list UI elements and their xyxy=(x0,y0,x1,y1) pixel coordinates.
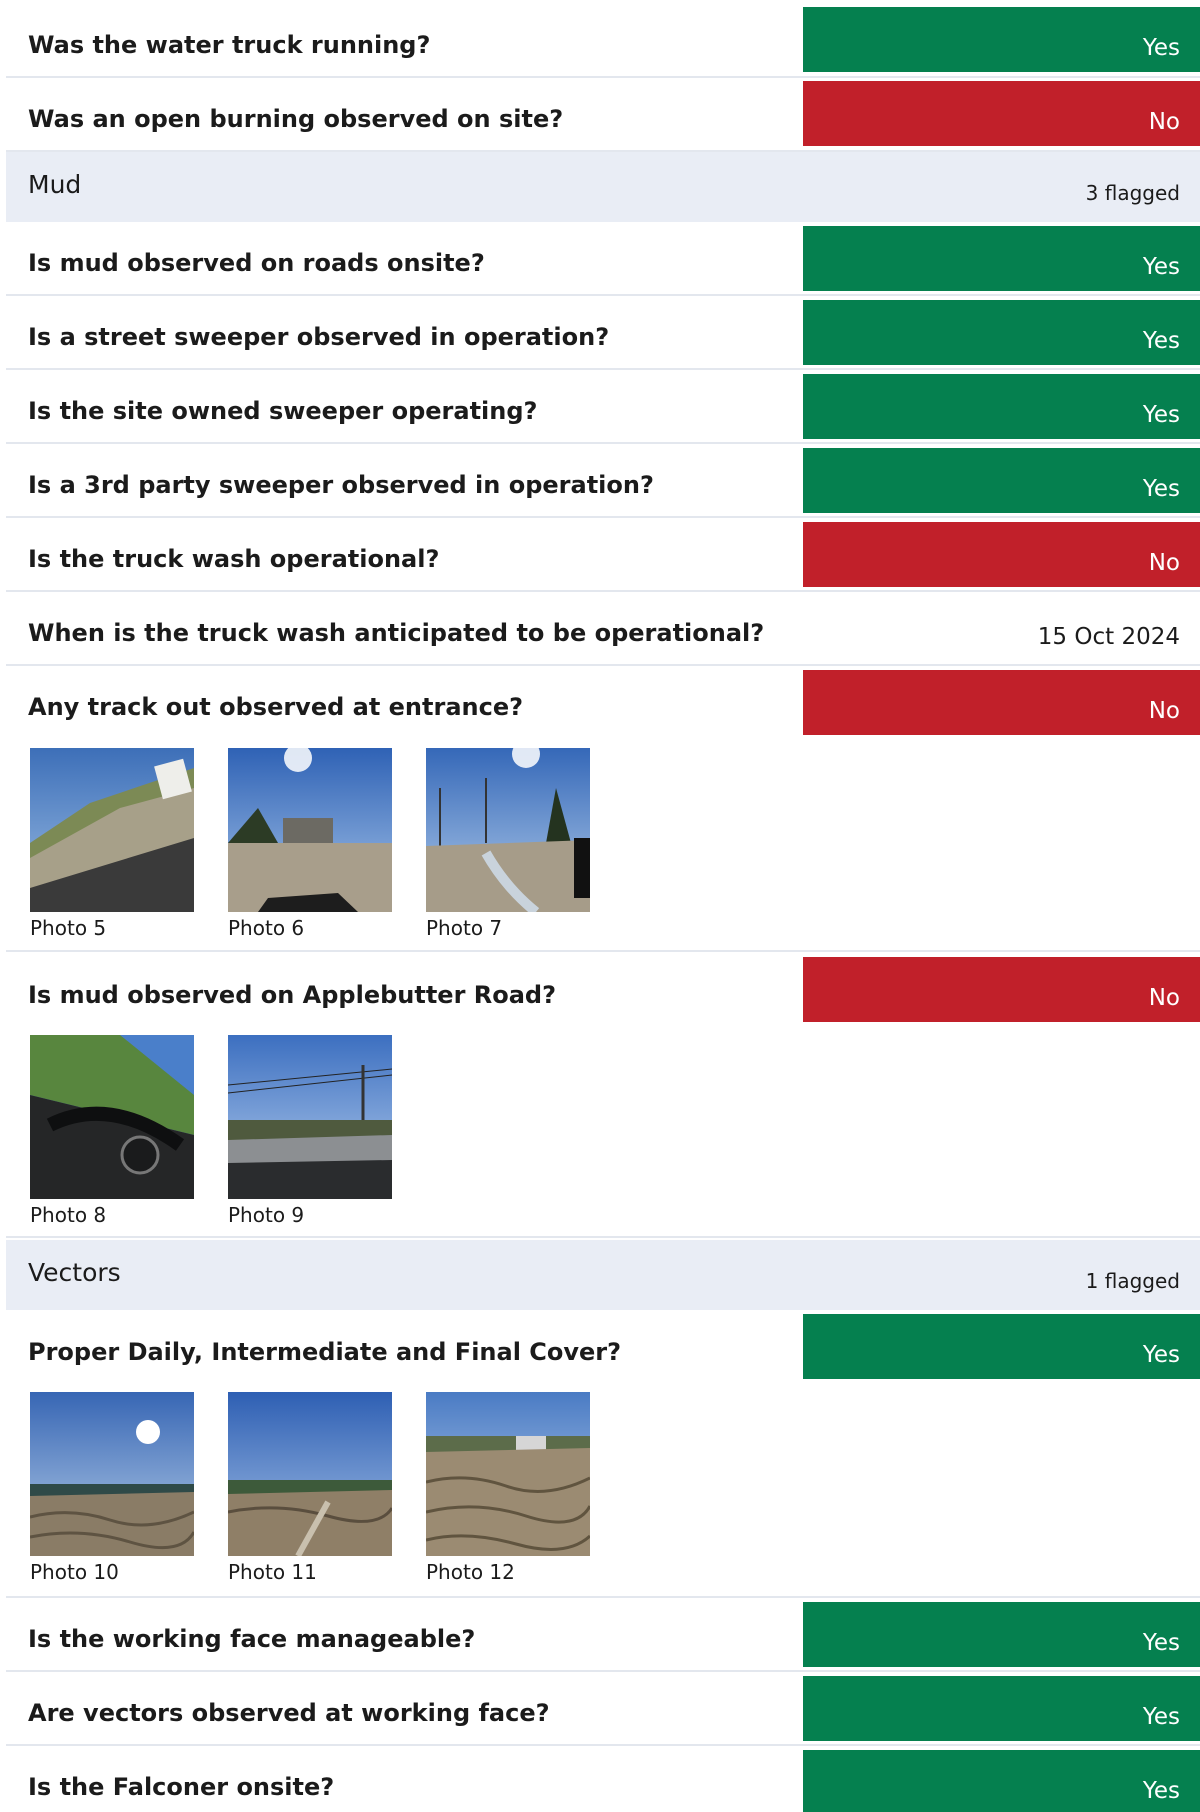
answer-badge-yes: Yes xyxy=(803,7,1200,72)
question-row: Any track out observed at entrance? No P… xyxy=(6,666,1200,952)
question-text: When is the truck wash anticipated to be… xyxy=(28,619,765,647)
photo-caption: Photo 12 xyxy=(426,1560,515,1584)
photo-caption: Photo 7 xyxy=(426,916,503,940)
question-row: When is the truck wash anticipated to be… xyxy=(6,592,1200,666)
question-row: Was an open burning observed on site? No xyxy=(6,78,1200,152)
photo-thumbnail[interactable]: Photo 9 xyxy=(228,1035,392,1227)
answer-badge-yes: Yes xyxy=(803,1676,1200,1741)
photo-thumbnail[interactable]: Photo 5 xyxy=(30,748,194,940)
question-row: Is the site owned sweeper operating? Yes xyxy=(6,370,1200,444)
question-text: Proper Daily, Intermediate and Final Cov… xyxy=(28,1338,622,1366)
answer-badge-yes: Yes xyxy=(803,1602,1200,1667)
answer-badge-yes: Yes xyxy=(803,226,1200,291)
question-row: Was the water truck running? Yes xyxy=(6,0,1200,78)
question-text: Is mud observed on roads onsite? xyxy=(28,249,485,277)
question-text: Is a street sweeper observed in operatio… xyxy=(28,323,610,351)
answer-badge-yes: Yes xyxy=(803,374,1200,439)
question-text: Any track out observed at entrance? xyxy=(28,693,524,721)
question-row: Is mud observed on roads onsite? Yes xyxy=(6,222,1200,296)
question-text: Is a 3rd party sweeper observed in opera… xyxy=(28,471,654,499)
question-text: Are vectors observed at working face? xyxy=(28,1699,550,1727)
question-row: Is the working face manageable? Yes xyxy=(6,1598,1200,1672)
answer-date: 15 Oct 2024 xyxy=(1037,624,1180,650)
answer-badge-yes: Yes xyxy=(803,448,1200,513)
photo-thumbnail[interactable]: Photo 11 xyxy=(228,1392,392,1584)
photo-caption: Photo 10 xyxy=(30,1560,119,1584)
photo-thumbnail[interactable]: Photo 8 xyxy=(30,1035,194,1227)
flagged-count: 1 flagged xyxy=(1085,1269,1180,1293)
question-row: Is a 3rd party sweeper observed in opera… xyxy=(6,444,1200,518)
answer-badge-yes: Yes xyxy=(803,1314,1200,1379)
photo-thumbnail[interactable]: Photo 7 xyxy=(426,748,590,940)
answer-badge-yes: Yes xyxy=(803,1750,1200,1812)
answer-badge-no: No xyxy=(803,670,1200,735)
question-row: Is the truck wash operational? No xyxy=(6,518,1200,592)
section-title: Vectors xyxy=(28,1258,121,1287)
photo-thumbnail[interactable]: Photo 6 xyxy=(228,748,392,940)
question-row: Proper Daily, Intermediate and Final Cov… xyxy=(6,1310,1200,1598)
section-title: Mud xyxy=(28,170,82,199)
question-text: Is the site owned sweeper operating? xyxy=(28,397,538,425)
photo-thumbnail[interactable]: Photo 12 xyxy=(426,1392,590,1584)
question-text: Was the water truck running? xyxy=(28,31,431,59)
question-row: Is a street sweeper observed in operatio… xyxy=(6,296,1200,370)
answer-badge-no: No xyxy=(803,522,1200,587)
answer-badge-no: No xyxy=(803,957,1200,1022)
question-row: Is the Falconer onsite? Yes xyxy=(6,1746,1200,1812)
section-header-mud: Mud 3 flagged xyxy=(6,152,1200,222)
answer-badge-yes: Yes xyxy=(803,300,1200,365)
question-text: Is the truck wash operational? xyxy=(28,545,440,573)
question-text: Is the working face manageable? xyxy=(28,1625,476,1653)
photo-caption: Photo 8 xyxy=(30,1203,107,1227)
photo-caption: Photo 11 xyxy=(228,1560,317,1584)
photo-caption: Photo 5 xyxy=(30,916,107,940)
section-header-vectors: Vectors 1 flagged xyxy=(6,1240,1200,1310)
question-text: Is mud observed on Applebutter Road? xyxy=(28,981,557,1009)
question-row: Are vectors observed at working face? Ye… xyxy=(6,1672,1200,1746)
answer-badge-no: No xyxy=(803,81,1200,146)
question-text: Is the Falconer onsite? xyxy=(28,1773,335,1801)
photo-thumbnail[interactable]: Photo 10 xyxy=(30,1392,194,1584)
question-text: Was an open burning observed on site? xyxy=(28,105,564,133)
photo-caption: Photo 6 xyxy=(228,916,305,940)
question-row: Is mud observed on Applebutter Road? No … xyxy=(6,952,1200,1238)
flagged-count: 3 flagged xyxy=(1085,181,1180,205)
photo-caption: Photo 9 xyxy=(228,1203,305,1227)
